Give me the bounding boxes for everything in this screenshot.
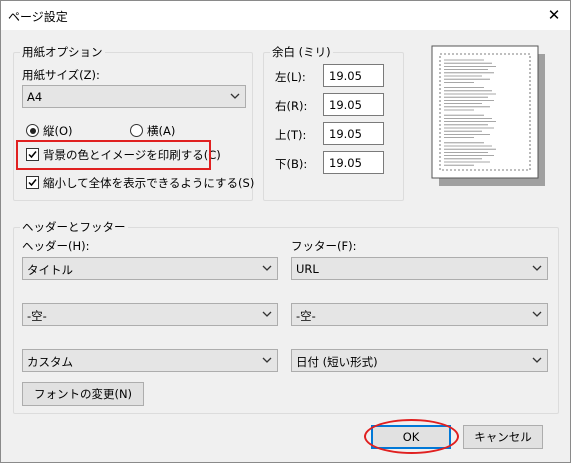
paper-size-label: 用紙サイズ(Z): (22, 68, 100, 82)
footer-select-1[interactable]: URL (291, 257, 548, 280)
header-value-1: タイトル (27, 263, 73, 277)
change-font-button[interactable]: フォントの変更(N) (22, 382, 144, 406)
shrink-to-fit-checkbox[interactable] (26, 176, 39, 189)
paper-options-legend: 用紙オプション (20, 45, 105, 59)
title-bar (0, 0, 571, 30)
header-select-1[interactable]: タイトル (22, 257, 278, 280)
header-value-3: カスタム (27, 355, 73, 369)
cancel-button[interactable]: キャンセル (463, 425, 543, 449)
portrait-radio[interactable] (26, 124, 39, 137)
header-label: ヘッダー(H): (22, 239, 90, 253)
print-background-label[interactable]: 背景の色とイメージを印刷する(C) (43, 147, 221, 163)
portrait-label[interactable]: 縦(O) (43, 123, 73, 139)
check-icon (28, 151, 37, 159)
margin-right-input[interactable]: 19.05 (323, 93, 384, 116)
margin-bottom-value: 19.05 (329, 156, 362, 170)
footer-value-3: 日付 (短い形式) (296, 355, 378, 369)
margin-bottom-input[interactable]: 19.05 (323, 151, 384, 174)
margin-left-label: 左(L): (275, 70, 306, 84)
chevron-down-icon (532, 311, 542, 317)
margin-top-label: 上(T): (275, 128, 307, 142)
footer-select-3[interactable]: 日付 (短い形式) (291, 349, 548, 372)
paper-size-value: A4 (27, 90, 43, 104)
footer-label: フッター(F): (291, 239, 357, 253)
footer-value-1: URL (296, 262, 319, 276)
chevron-down-icon (262, 357, 272, 363)
margin-top-value: 19.05 (329, 127, 362, 141)
header-footer-legend: ヘッダーとフッター (20, 220, 128, 234)
chevron-down-icon (532, 357, 542, 363)
header-value-2: -空- (27, 309, 47, 323)
page-preview (431, 45, 545, 186)
footer-value-2: -空- (296, 309, 316, 323)
dialog-title: ページ設定 (8, 10, 68, 24)
margin-right-value: 19.05 (329, 98, 362, 112)
chevron-down-icon (262, 265, 272, 271)
landscape-radio[interactable] (130, 124, 143, 137)
margin-left-input[interactable]: 19.05 (323, 64, 384, 87)
margin-right-label: 右(R): (275, 99, 308, 113)
landscape-label[interactable]: 横(A) (147, 123, 175, 139)
chevron-down-icon (262, 311, 272, 317)
margins-legend: 余白 (ミリ) (270, 45, 333, 59)
paper-size-select[interactable]: A4 (22, 85, 246, 108)
header-select-2[interactable]: -空- (22, 303, 278, 326)
margin-left-value: 19.05 (329, 69, 362, 83)
radio-selected-dot (29, 127, 36, 134)
close-icon[interactable]: ✕ (540, 3, 568, 27)
check-icon (28, 179, 37, 187)
chevron-down-icon (532, 265, 542, 271)
ok-button[interactable]: OK (371, 425, 451, 449)
shrink-to-fit-label[interactable]: 縮小して全体を表示できるようにする(S) (43, 175, 254, 191)
header-select-3[interactable]: カスタム (22, 349, 278, 372)
chevron-down-icon (230, 93, 240, 99)
margin-top-input[interactable]: 19.05 (323, 122, 384, 145)
margin-bottom-label: 下(B): (275, 157, 308, 171)
footer-select-2[interactable]: -空- (291, 303, 548, 326)
print-background-checkbox[interactable] (26, 148, 39, 161)
